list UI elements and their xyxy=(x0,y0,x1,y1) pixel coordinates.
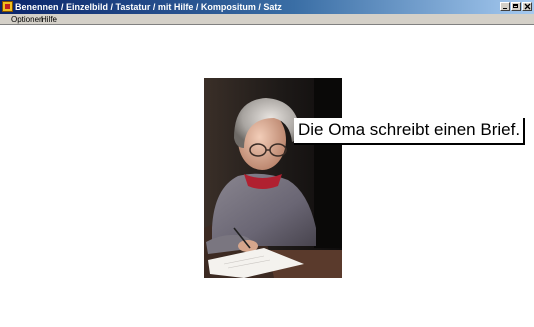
app-icon[interactable] xyxy=(2,1,13,12)
exercise-photo xyxy=(204,78,342,278)
menu-hilfe[interactable]: Hilfe xyxy=(40,14,58,25)
close-icon[interactable] xyxy=(522,2,532,11)
menu-bar: Optionen Hilfe xyxy=(0,14,534,25)
title-bar[interactable]: Benennen / Einzelbild / Tastatur / mit H… xyxy=(0,0,534,14)
window-title: Benennen / Einzelbild / Tastatur / mit H… xyxy=(15,2,282,12)
window-controls xyxy=(500,2,532,11)
minimize-icon[interactable] xyxy=(500,2,510,11)
sentence-caption: Die Oma schreibt einen Brief. xyxy=(294,118,526,145)
maximize-icon[interactable] xyxy=(511,2,521,11)
